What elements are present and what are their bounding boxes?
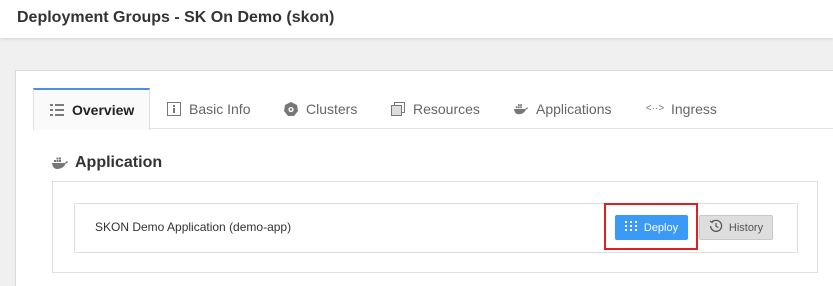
tab-label: Basic Info [189, 100, 251, 117]
tab-ingress[interactable]: <··> Ingress [645, 88, 717, 129]
tab-bar: Overview Basic Info Clusters Resources A… [33, 88, 833, 130]
list-icon [50, 103, 64, 117]
docker-icon [514, 102, 528, 116]
deploy-button[interactable]: Deploy [615, 215, 688, 240]
history-label: History [728, 221, 764, 234]
history-icon [709, 219, 723, 236]
section-title: Application [75, 154, 163, 171]
grid-icon [624, 221, 637, 234]
page-title: Deployment Groups - SK On Demo (skon) [17, 9, 335, 26]
top-bar: Deployment Groups - SK On Demo (skon) [0, 0, 833, 38]
application-name: SKON Demo Application (demo-app) [95, 220, 292, 234]
tab-overview[interactable]: Overview [33, 88, 150, 130]
tab-label: Ingress [671, 100, 717, 117]
kubernetes-icon [284, 101, 298, 116]
application-panel: SKON Demo Application (demo-app) Deploy … [52, 181, 818, 273]
tab-basic-info[interactable]: Basic Info [167, 88, 250, 129]
tab-label: Applications [536, 100, 612, 117]
section-header: Application [52, 154, 162, 172]
info-icon [167, 101, 181, 116]
deploy-label: Deploy [643, 221, 679, 234]
tab-clusters[interactable]: Clusters [284, 88, 357, 129]
copy-icon [391, 101, 405, 116]
content-card: Overview Basic Info Clusters Resources A… [15, 70, 833, 286]
docker-icon [52, 156, 68, 170]
tab-label: Resources [413, 100, 480, 117]
tab-applications[interactable]: Applications [514, 88, 612, 129]
application-row: SKON Demo Application (demo-app) Deploy … [74, 203, 798, 253]
tab-label: Clusters [306, 100, 358, 117]
code-icon: <··> [645, 103, 665, 114]
history-button[interactable]: History [699, 215, 773, 240]
tab-label: Overview [72, 102, 135, 118]
tab-resources[interactable]: Resources [391, 88, 480, 129]
